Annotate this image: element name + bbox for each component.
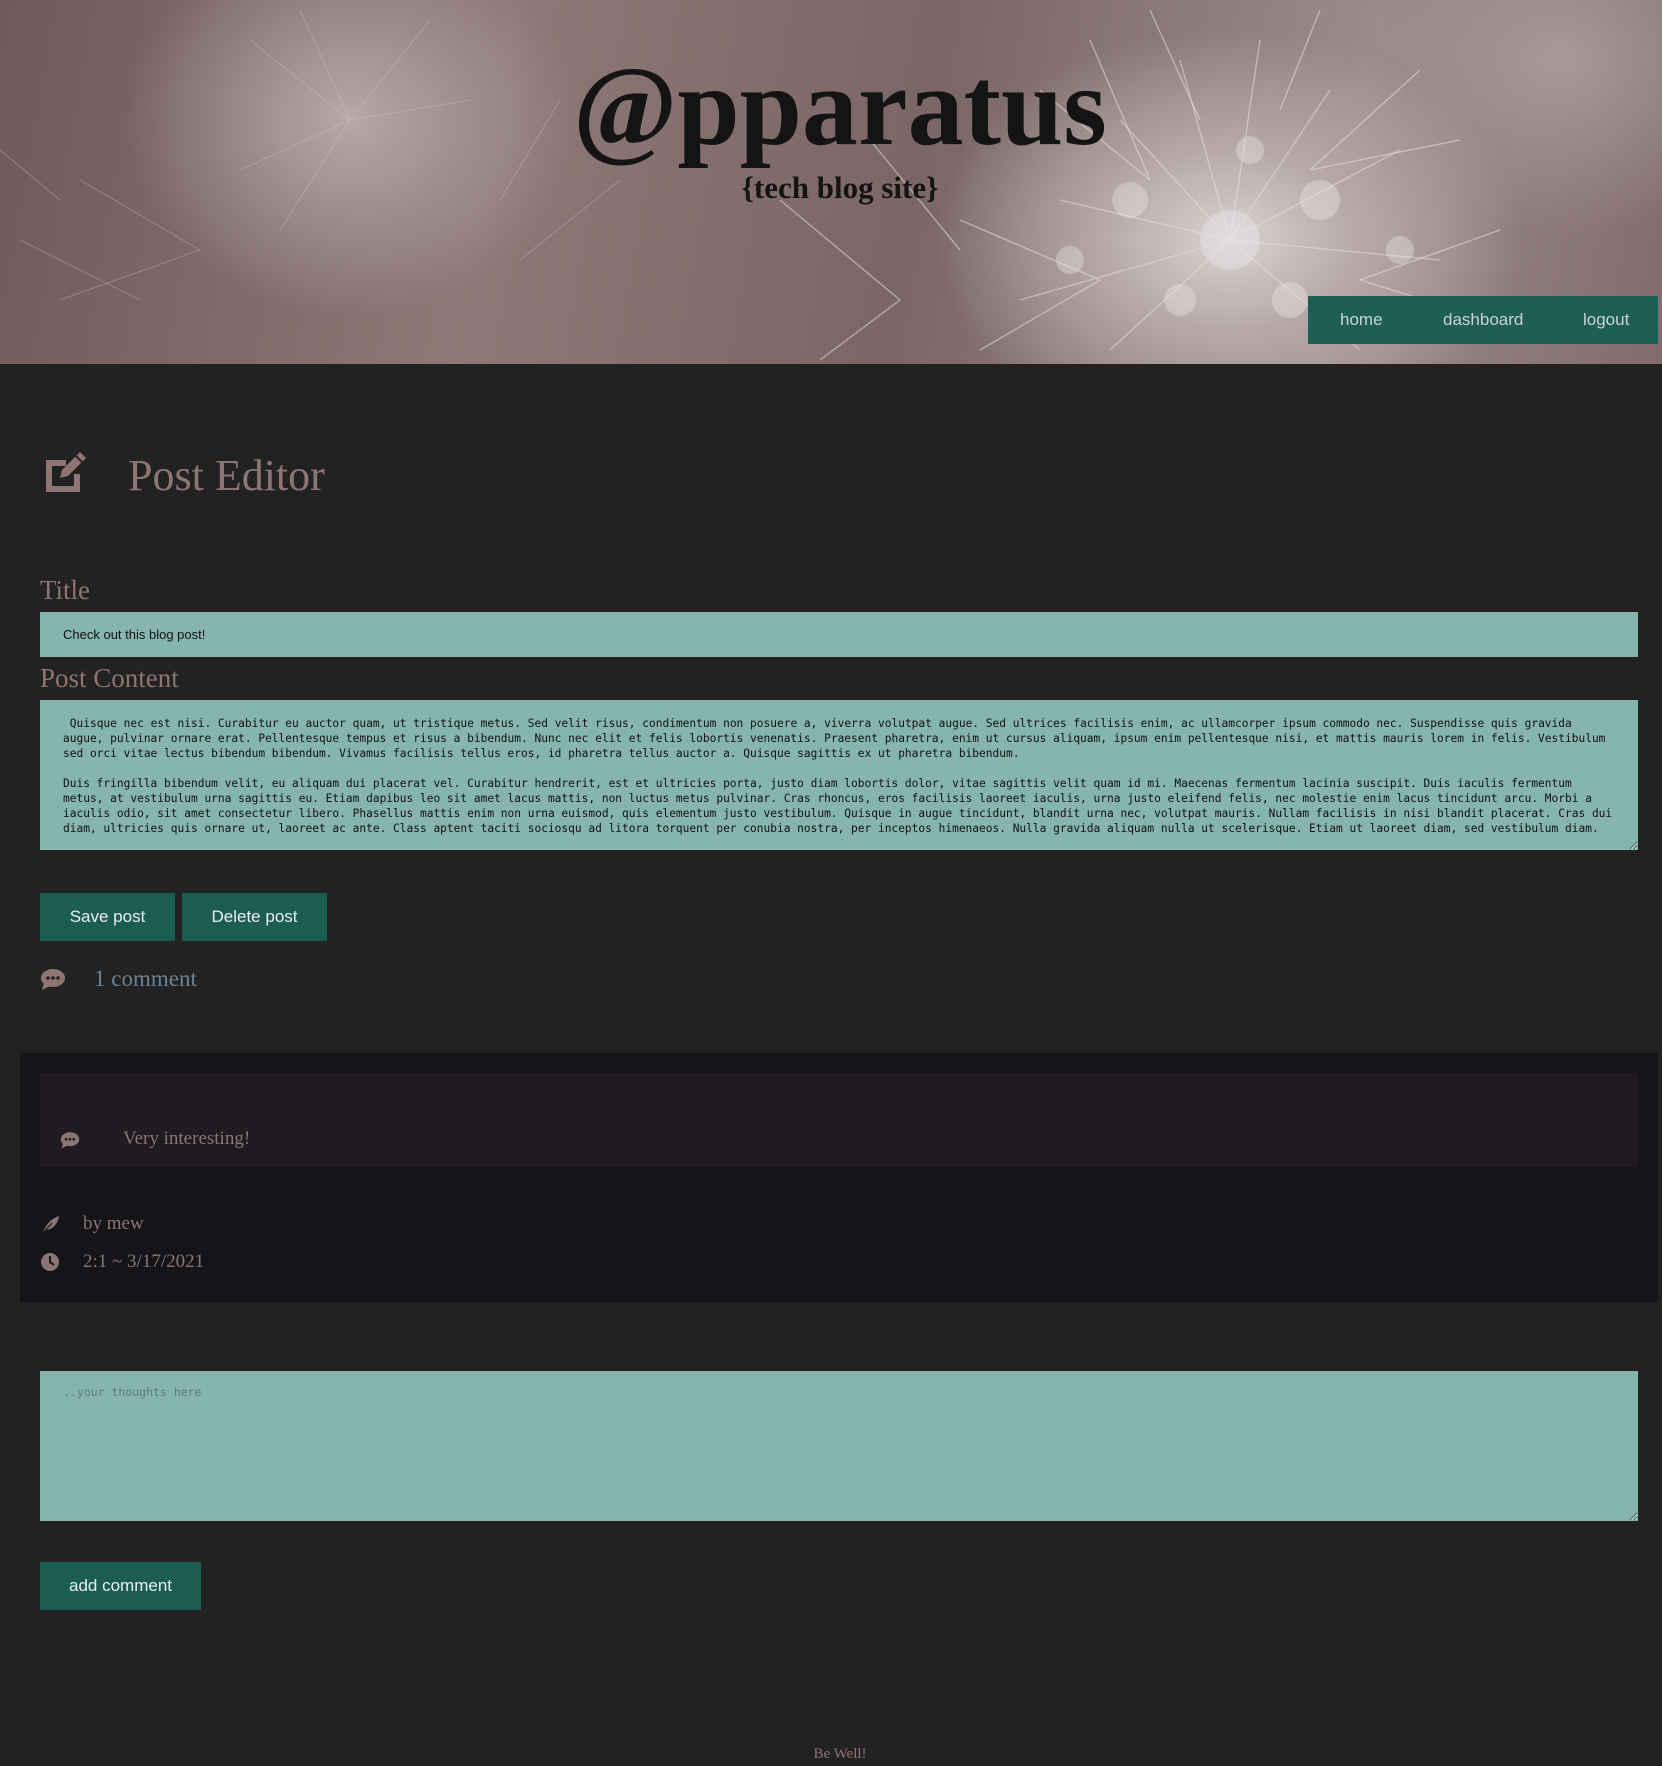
new-comment-textarea[interactable] xyxy=(40,1371,1638,1521)
save-post-button[interactable]: Save post xyxy=(40,893,175,941)
post-title-input[interactable] xyxy=(40,612,1638,657)
title-label: Title xyxy=(40,575,91,605)
comment-body: Very interesting! xyxy=(40,1073,1638,1167)
edit-icon xyxy=(40,452,88,499)
site-subtitle: {tech blog site} xyxy=(741,170,939,205)
comment-card: Very interesting! by mew 2:1 ~ 3/17/2021 xyxy=(20,1053,1658,1302)
page-title: Post Editor xyxy=(128,451,325,500)
comment-icon xyxy=(40,968,66,995)
post-content-label: Post Content xyxy=(40,663,179,693)
clock-icon xyxy=(40,1252,60,1277)
nav-home-link[interactable]: home xyxy=(1340,310,1383,330)
main-nav: home dashboard logout xyxy=(1308,296,1658,344)
site-title: @pparatus xyxy=(573,45,1107,169)
comment-count: 1 comment xyxy=(94,966,197,991)
comment-author: by mew xyxy=(83,1213,144,1234)
add-comment-button[interactable]: add comment xyxy=(40,1562,201,1610)
comment-bubble-icon xyxy=(60,1131,80,1154)
feather-icon xyxy=(40,1215,60,1240)
delete-post-button[interactable]: Delete post xyxy=(182,893,327,941)
nav-logout-link[interactable]: logout xyxy=(1583,310,1629,330)
nav-dashboard-link[interactable]: dashboard xyxy=(1443,310,1523,330)
footer-text: Be Well! xyxy=(813,1746,867,1762)
comment-text: Very interesting! xyxy=(123,1128,251,1149)
comment-timestamp: 2:1 ~ 3/17/2021 xyxy=(83,1251,205,1272)
header-banner: @pparatus {tech blog site} home dashboar… xyxy=(0,0,1662,364)
post-content-textarea[interactable]: Quisque nec est nisi. Curabitur eu aucto… xyxy=(40,700,1638,850)
